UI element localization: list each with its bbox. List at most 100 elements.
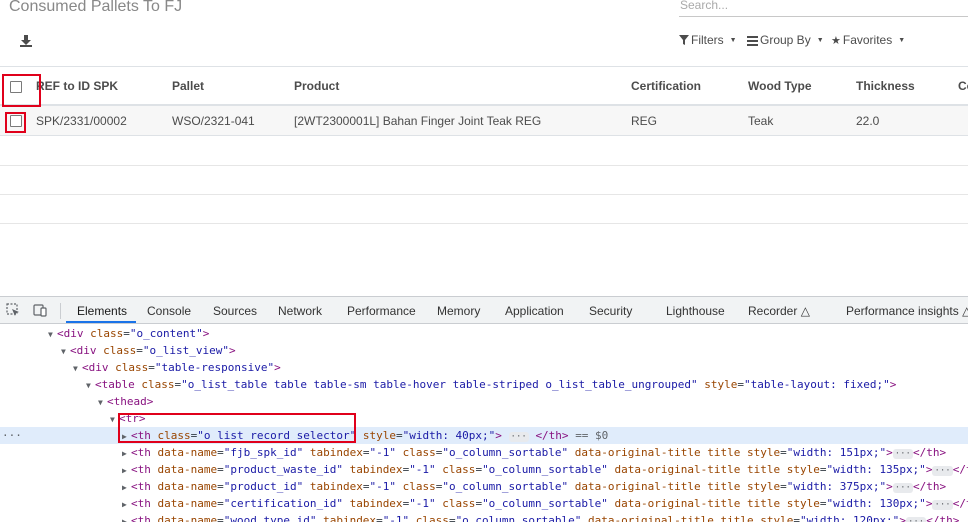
tag-end: > [495,429,502,442]
ellipsis-icon[interactable]: ··· [508,432,529,442]
dom-node[interactable]: ▶ <th data-name="fjb_spk_id" tabindex="-1… [0,444,968,461]
empty-row [0,166,968,195]
group-by-label: Group By [760,33,811,47]
attr-value: "o_list_table table table-sm table-hover… [181,378,698,391]
console-ref: == $0 [575,429,609,442]
tab-performance-insights[interactable]: Performance insights △ [846,304,968,318]
collapsed-triangle-icon[interactable]: ▶ [122,496,131,512]
star-icon: ★ [831,34,841,47]
attr-value: "width: 40px;" [402,429,496,442]
tag-end: > [202,327,210,340]
dom-node[interactable]: ▼ <div class="o_list_view"> [0,342,968,359]
collapsed-triangle-icon[interactable]: ▶ [122,513,131,522]
tag-end: > [228,344,236,357]
cell-certification: REG [631,114,658,128]
expanded-triangle-icon[interactable]: ▼ [86,377,95,393]
highlight-box [5,112,26,133]
dom-node[interactable]: ▼ <table class="o_list_table table table-… [0,376,968,393]
dom-node[interactable]: ▶ <th data-name="certification_id" tabind… [0,495,968,512]
ellipsis-icon[interactable]: ··· [932,466,953,476]
favorites-label: Favorites [842,33,893,47]
tab-recorder-label: Recorder [748,304,798,318]
dom-node[interactable]: ▶ <th data-name="wood_type_id" tabindex="… [0,512,968,522]
empty-row [0,137,968,166]
attr-value: "o_content" [129,327,203,340]
cell-thickness: 22.0 [856,114,880,128]
column-header-ref[interactable]: REF to ID SPK [36,79,118,93]
tag-open: <div [82,361,116,374]
expanded-triangle-icon[interactable]: ▼ [48,326,57,342]
favorites-button[interactable]: ★ Favorites ▼ [831,33,905,47]
dom-node[interactable]: ▼ <div class="table-responsive"> [0,359,968,376]
divider [60,303,61,319]
filters-label: Filters [691,33,724,47]
attr-name: style [697,378,738,391]
attr-value: "o_list_view" [142,344,229,357]
attr-name: class [115,361,149,374]
column-header-cut[interactable]: Co [958,79,968,93]
bars-icon [747,35,758,46]
cell-product: [2WT2300001L] Bahan Finger Joint Teak RE… [294,114,542,128]
column-header-product[interactable]: Product [294,79,339,93]
filter-icon [679,35,689,45]
inspect-element-icon[interactable] [6,303,20,317]
tab-elements[interactable]: Elements [77,304,127,318]
tab-memory[interactable]: Memory [437,304,480,318]
dom-node[interactable]: ▶ <th data-name="product_id" tabindex="-1… [0,478,968,495]
attr-name: class [141,378,175,391]
caret-down-icon: ▼ [898,36,906,44]
tab-recorder[interactable]: Recorder △ [748,304,810,318]
ellipsis-icon[interactable]: ··· [905,517,927,522]
column-header-wood-type[interactable]: Wood Type [748,79,812,93]
filters-button[interactable]: Filters ▼ [679,33,737,47]
device-toolbar-icon[interactable] [33,303,47,317]
tag-open: <div [70,344,104,357]
attr-value: "table-responsive" [154,361,275,374]
empty-row [0,195,968,224]
attr-name: class [90,327,124,340]
ellipsis-icon[interactable]: ··· [892,449,913,459]
download-icon[interactable] [19,34,33,48]
column-header-pallet[interactable]: Pallet [172,79,204,93]
search-input[interactable]: Search... [679,0,968,17]
tag-open: <thead> [107,395,154,408]
cell-pallet: WSO/2321-041 [172,114,255,128]
ellipsis-icon[interactable]: ··· [932,500,953,510]
column-header-certification[interactable]: Certification [631,79,701,93]
group-by-button[interactable]: Group By ▼ [747,33,824,47]
devtools-tabbar: Elements Console Sources Network Perform… [0,297,968,324]
collapsed-triangle-icon[interactable]: ▶ [122,462,131,478]
highlight-box [118,413,356,443]
tab-sources[interactable]: Sources [213,304,257,318]
highlight-box [2,74,41,107]
active-tab-indicator [66,321,136,323]
more-actions-icon[interactable]: ··· [2,427,22,444]
column-header-thickness[interactable]: Thickness [856,79,915,93]
caret-down-icon: ▼ [816,36,824,44]
dom-node[interactable]: ▶ <th data-name="product_waste_id" tabind… [0,461,968,478]
expanded-triangle-icon[interactable]: ▼ [73,360,82,376]
tag-open: <div [57,327,91,340]
cell-wood-type: Teak [748,114,774,128]
ellipsis-icon[interactable]: ··· [892,483,913,493]
tab-performance[interactable]: Performance [347,304,416,318]
attr-name: class [103,344,137,357]
collapsed-triangle-icon[interactable]: ▶ [122,479,131,495]
tag-open: <table [95,378,142,391]
tab-console[interactable]: Console [147,304,191,318]
table-row[interactable]: SPK/2331/00002 WSO/2321-041 [2WT2300001L… [0,106,968,136]
dom-node[interactable]: ▼ <thead> [0,393,968,410]
devtools-panel: Elements Console Sources Network Perform… [0,296,968,522]
tab-application[interactable]: Application [505,304,564,318]
expanded-triangle-icon[interactable]: ▼ [98,394,107,410]
caret-down-icon: ▼ [729,36,737,44]
dom-node[interactable]: ▼ <div class="o_content"> [0,325,968,342]
tab-security[interactable]: Security [589,304,632,318]
expanded-triangle-icon[interactable]: ▼ [61,343,70,359]
tag-end: > [889,378,897,391]
tab-lighthouse[interactable]: Lighthouse [666,304,725,318]
tab-network[interactable]: Network [278,304,322,318]
attr-name: style [356,429,396,442]
collapsed-triangle-icon[interactable]: ▶ [122,445,131,461]
tag-end: > [274,361,281,374]
